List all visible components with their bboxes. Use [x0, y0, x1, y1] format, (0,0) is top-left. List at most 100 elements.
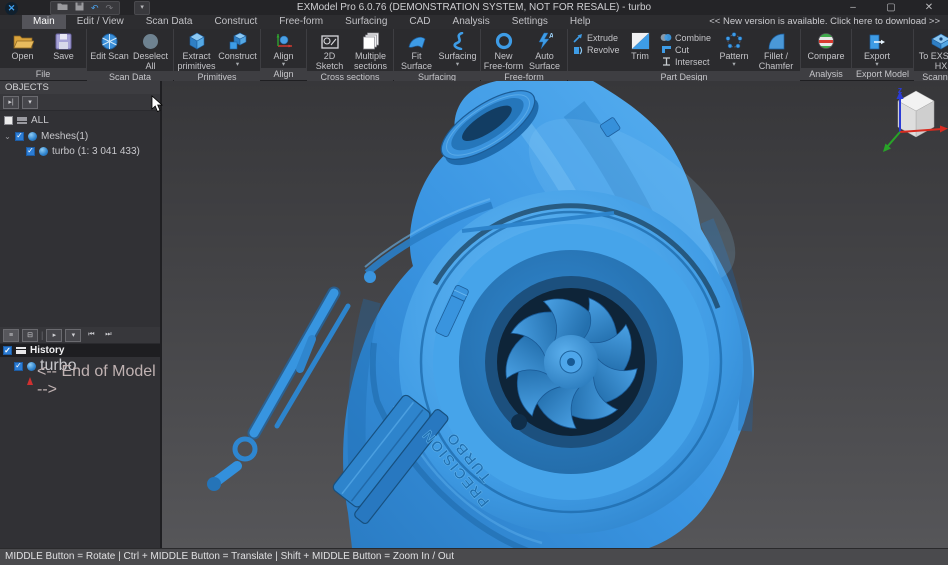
history-tree-view-icon[interactable]: ⊟	[22, 329, 38, 342]
quick-access-dropdown-icon[interactable]: ▾	[134, 1, 150, 15]
all-label: ALL	[31, 115, 49, 126]
expand-tree-icon[interactable]: ▸|	[3, 96, 19, 109]
filter-dropdown-icon[interactable]: ▾	[22, 96, 38, 109]
tab-surfacing[interactable]: Surfacing	[334, 15, 398, 29]
exscan-scanner-icon	[931, 31, 948, 50]
2d-sketch-icon	[321, 31, 339, 50]
auto-surface-lightning-icon: A	[536, 31, 553, 50]
history-list-icon	[16, 346, 26, 355]
extract-primitives-label: Extract primitives	[176, 51, 217, 71]
objects-panel-toolbar: ▸| ▾	[0, 94, 160, 111]
save-button[interactable]: Save	[43, 30, 84, 68]
quick-open-icon[interactable]	[57, 2, 68, 13]
turbo-label: turbo (1: 3 041 433)	[52, 146, 140, 157]
auto-surface-button[interactable]: A Auto Surface	[524, 30, 565, 71]
pattern-button[interactable]: Pattern ▾	[714, 30, 754, 71]
ribbon-group-scanning: To EXScan HX Scanning	[914, 29, 948, 80]
redo-icon[interactable]: ↷	[106, 3, 114, 13]
new-version-link[interactable]: << New version is available. Click here …	[709, 15, 948, 29]
application-window: ✕ ↶ ↷ ▾ EXModel Pro 6.0.76 (DEMONSTRATIO…	[0, 0, 948, 565]
extrude-button[interactable]: Extrude	[572, 32, 620, 43]
roll-forward-icon[interactable]: ▸	[46, 329, 62, 342]
deselect-all-label: Deselect All	[130, 51, 171, 71]
tab-edit-view[interactable]: Edit / View	[66, 15, 135, 29]
tree-row-meshes[interactable]: ⌄ ✓ Meshes(1)	[0, 129, 160, 143]
turbo-checkbox[interactable]: ✓	[26, 147, 35, 156]
expand-caret-icon[interactable]: ⌄	[4, 132, 11, 141]
intersect-button[interactable]: Intersect	[660, 56, 712, 67]
meshes-checkbox[interactable]: ✓	[15, 132, 24, 141]
combine-button[interactable]: Combine	[660, 32, 712, 43]
go-last-icon[interactable]: ⏭	[101, 330, 115, 341]
surfacing-button[interactable]: Surfacing ▾	[437, 30, 478, 71]
group-label-file: File	[0, 68, 86, 80]
history-checkbox[interactable]: ✓	[3, 346, 12, 355]
compare-sphere-icon	[817, 31, 835, 50]
history-turbo-sphere-icon	[27, 362, 36, 371]
construct-button[interactable]: Construct ▾	[217, 30, 258, 71]
export-button[interactable]: Export ▾	[854, 30, 900, 68]
tree-row-turbo[interactable]: ✓ turbo (1: 3 041 433)	[0, 144, 160, 158]
2d-sketch-label: 2D Sketch	[309, 51, 350, 71]
align-axes-icon	[274, 31, 294, 50]
fillet-chamfer-button[interactable]: Fillet / Chamfer	[754, 30, 798, 71]
to-exscan-hx-label: To EXScan HX	[916, 51, 948, 71]
maximize-button[interactable]: ▢	[872, 0, 910, 15]
title-bar: ✕ ↶ ↷ ▾ EXModel Pro 6.0.76 (DEMONSTRATIO…	[0, 0, 948, 15]
all-checkbox[interactable]	[4, 116, 13, 125]
undo-icon[interactable]: ↶	[91, 3, 99, 13]
align-button[interactable]: Align ▾	[263, 30, 304, 68]
history-header-row[interactable]: ✓ History	[0, 344, 160, 357]
to-exscan-hx-button[interactable]: To EXScan HX	[916, 30, 948, 71]
tab-settings[interactable]: Settings	[501, 15, 559, 29]
tree-row-all[interactable]: ALL	[0, 113, 160, 127]
fit-surface-button[interactable]: Fit Surface	[396, 30, 437, 71]
tab-cad[interactable]: CAD	[398, 15, 441, 29]
meshes-label: Meshes(1)	[41, 131, 88, 142]
combine-icon	[660, 32, 672, 43]
minimize-button[interactable]: –	[834, 0, 872, 15]
mouse-hints-text: MIDDLE Button = Rotate | Ctrl + MIDDLE B…	[5, 551, 454, 562]
ribbon-group-scan-data: Edit Scan Deselect All Scan Data	[87, 29, 174, 80]
trim-button[interactable]: Trim	[622, 30, 658, 71]
edit-scan-button[interactable]: Edit Scan	[89, 30, 130, 71]
extract-primitives-button[interactable]: Extract primitives	[176, 30, 217, 71]
tab-construct[interactable]: Construct	[203, 15, 268, 29]
tab-analysis[interactable]: Analysis	[442, 15, 501, 29]
app-logo-icon[interactable]: ✕	[5, 2, 18, 15]
history-panel: ≡ ⊟ | ▸ ▾ ⏮ ⏭ ✓ History ✓ turbo	[0, 327, 160, 548]
multiple-sections-button[interactable]: Multiple sections	[350, 30, 391, 71]
open-folder-icon	[12, 31, 34, 50]
tab-main[interactable]: Main	[22, 15, 66, 29]
history-turbo-checkbox[interactable]: ✓	[14, 362, 23, 371]
open-button[interactable]: Open	[2, 30, 43, 68]
roll-back-icon[interactable]: ▾	[65, 329, 81, 342]
cut-button[interactable]: Cut	[660, 44, 712, 55]
group-label-export-model: Export Model	[852, 68, 913, 80]
tab-free-form[interactable]: Free-form	[268, 15, 334, 29]
history-list-view-icon[interactable]: ≡	[3, 329, 19, 342]
go-first-icon[interactable]: ⏮	[84, 330, 98, 341]
combine-label: Combine	[675, 33, 711, 43]
ribbon-group-file: Open Save File	[0, 29, 87, 80]
ribbon-group-export-model: Export ▾ Export Model	[852, 29, 914, 80]
compare-button[interactable]: Compare	[803, 30, 849, 68]
quick-save-icon[interactable]	[75, 2, 84, 13]
ribbon-group-primitives: Extract primitives Construct ▾ Primitive…	[174, 29, 261, 80]
revolve-button[interactable]: Revolve	[572, 44, 620, 55]
new-free-form-button[interactable]: New Free-form	[483, 30, 524, 71]
deselect-all-button[interactable]: Deselect All	[130, 30, 171, 71]
2d-sketch-button[interactable]: 2D Sketch	[309, 30, 350, 71]
toolbar-separator: |	[41, 330, 43, 341]
ribbon-group-free-form: New Free-form A Auto Surface Free-form	[481, 29, 568, 80]
history-row-end-of-model[interactable]: <-- End of Model -->	[0, 374, 160, 388]
3d-viewport[interactable]: PRECISION TURBO z x	[162, 81, 948, 548]
tab-scan-data[interactable]: Scan Data	[135, 15, 204, 29]
fit-surface-label: Fit Surface	[396, 51, 437, 71]
close-button[interactable]: ✕	[910, 0, 948, 15]
turbo-sphere-icon	[39, 147, 48, 156]
cut-icon	[660, 44, 672, 55]
tab-help[interactable]: Help	[559, 15, 602, 29]
dropdown-arrow-icon: ▾	[282, 62, 285, 67]
dropdown-arrow-icon: ▾	[456, 62, 459, 67]
